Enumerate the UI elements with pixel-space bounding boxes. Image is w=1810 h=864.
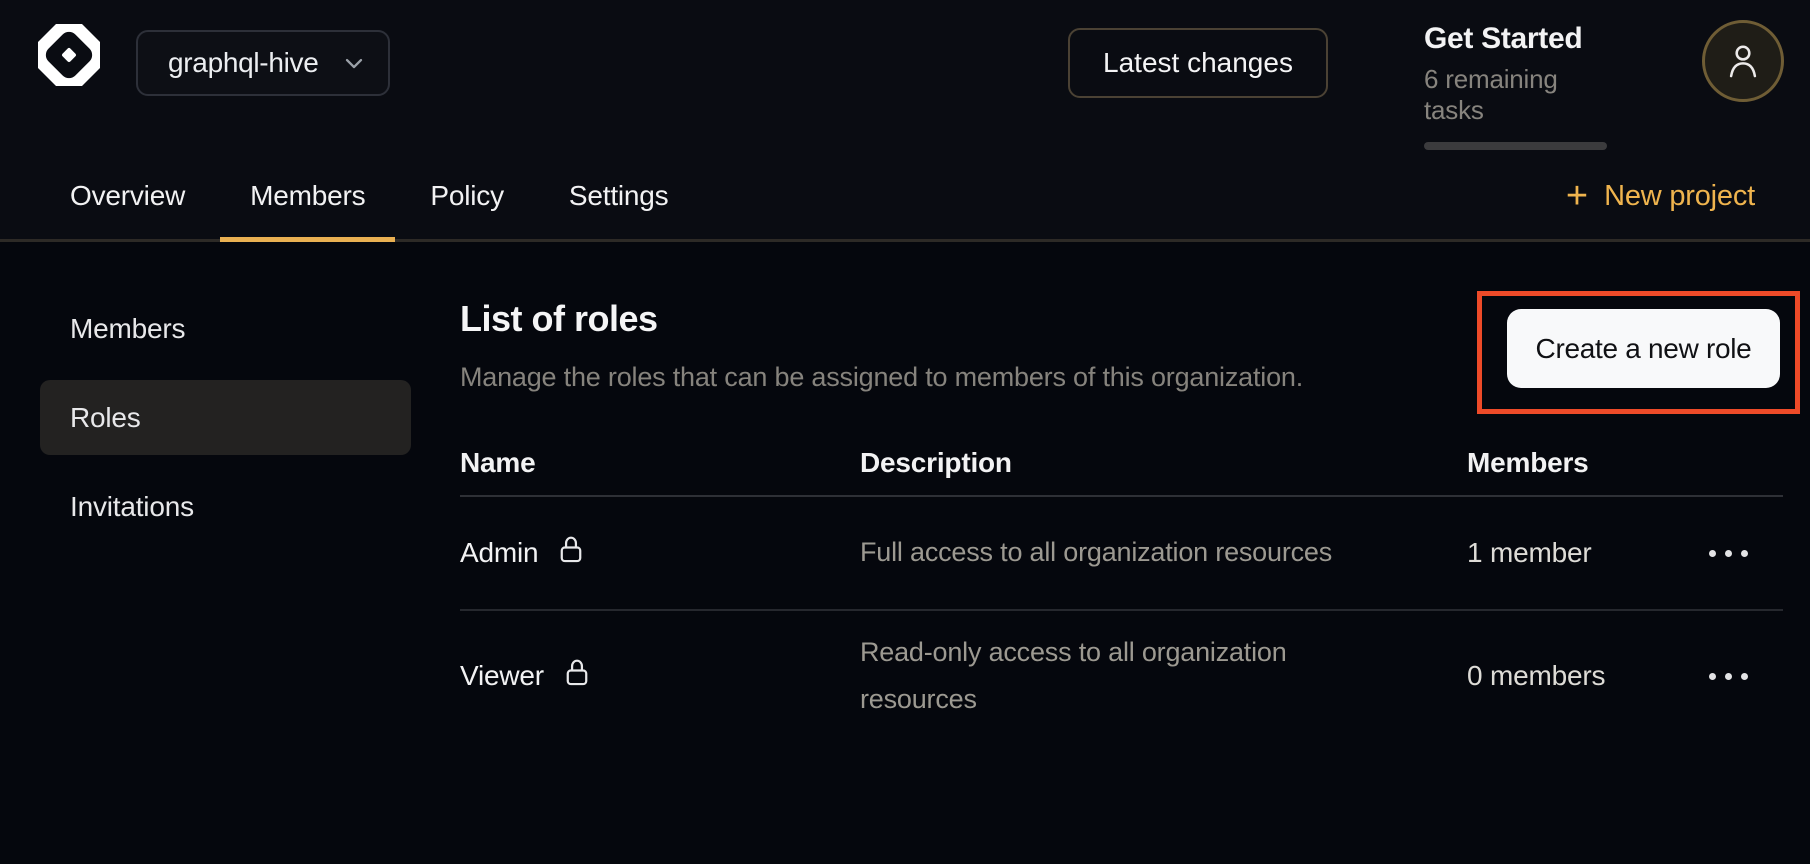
roles-table: Name Description Members Admin Full acce… — [460, 430, 1783, 742]
members-sidebar: Members Roles Invitations — [40, 291, 411, 544]
role-name: Viewer — [460, 660, 544, 692]
column-header-description: Description — [860, 447, 1467, 479]
role-name: Admin — [460, 537, 538, 569]
org-tabs: Overview Members Policy Settings — [40, 150, 698, 242]
user-avatar[interactable] — [1702, 20, 1784, 102]
tab-members[interactable]: Members — [220, 150, 395, 242]
get-started-remaining-tasks: 6 remaining tasks — [1424, 64, 1624, 126]
row-menu-button[interactable] — [1707, 665, 1750, 688]
hive-logo-icon — [34, 20, 104, 90]
page-title: List of roles — [460, 298, 658, 340]
tab-settings[interactable]: Settings — [539, 150, 699, 242]
plus-icon: + — [1566, 177, 1588, 215]
tab-policy[interactable]: Policy — [400, 150, 534, 242]
role-description: Full access to all organization resource… — [860, 529, 1365, 576]
role-members-count: 0 members — [1467, 660, 1707, 692]
get-started-widget[interactable]: Get Started 6 remaining tasks — [1424, 22, 1624, 150]
role-members-count: 1 member — [1467, 537, 1707, 569]
sidebar-item-invitations[interactable]: Invitations — [40, 469, 411, 544]
page-subtitle: Manage the roles that can be assigned to… — [460, 362, 1303, 393]
sidebar-item-members[interactable]: Members — [40, 291, 411, 366]
get-started-progress-bar — [1424, 142, 1607, 150]
column-header-name: Name — [460, 447, 860, 479]
create-new-role-button[interactable]: Create a new role — [1507, 309, 1780, 388]
tab-overview[interactable]: Overview — [40, 150, 215, 242]
new-project-label: New project — [1604, 180, 1755, 213]
lock-icon — [562, 657, 592, 696]
table-row-viewer: Viewer Read-only access to all organizat… — [460, 611, 1783, 742]
organization-selector[interactable]: graphql-hive — [136, 30, 390, 96]
sidebar-item-roles[interactable]: Roles — [40, 380, 411, 455]
latest-changes-button[interactable]: Latest changes — [1068, 28, 1328, 98]
organization-name: graphql-hive — [168, 47, 319, 79]
get-started-title: Get Started — [1424, 22, 1624, 56]
person-icon — [1724, 40, 1762, 82]
table-row-admin: Admin Full access to all organization re… — [460, 497, 1783, 611]
lock-icon — [556, 534, 586, 573]
latest-changes-label: Latest changes — [1103, 47, 1293, 79]
row-menu-button[interactable] — [1707, 542, 1750, 565]
roles-table-header: Name Description Members — [460, 430, 1783, 497]
chevron-down-icon — [340, 49, 368, 77]
new-project-button[interactable]: + New project — [1566, 150, 1755, 242]
role-description: Read-only access to all organization res… — [860, 629, 1365, 724]
column-header-members: Members — [1467, 447, 1707, 479]
